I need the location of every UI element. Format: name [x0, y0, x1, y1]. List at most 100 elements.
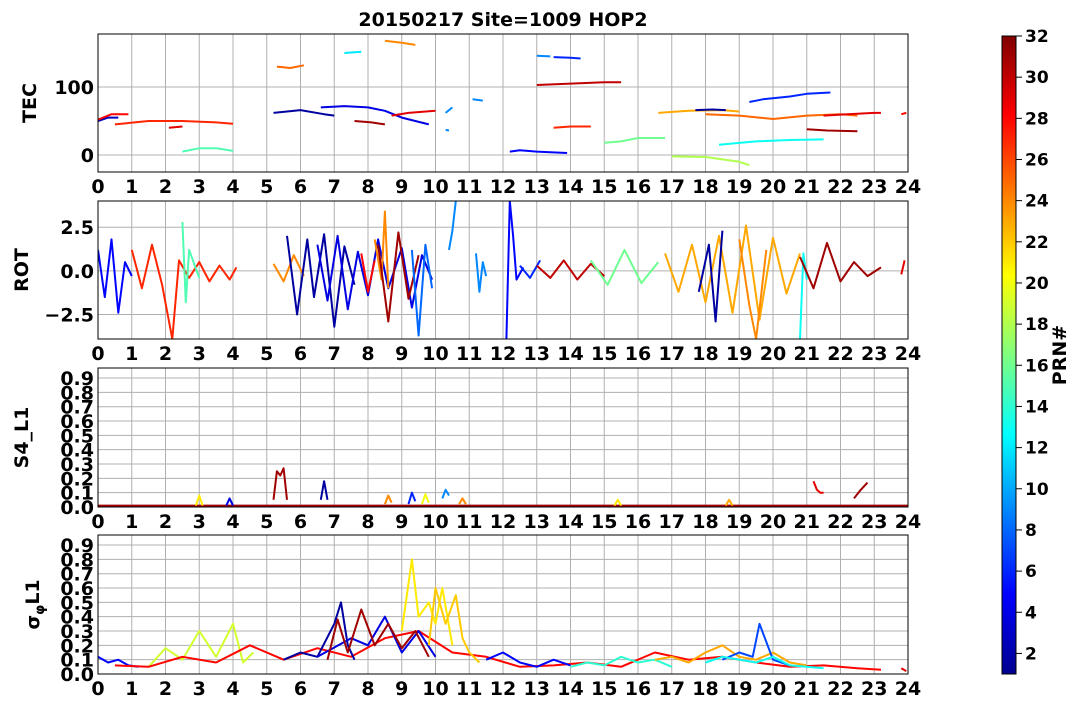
- x-tick-label: 24: [895, 678, 921, 700]
- colorbar-tick-label: 16: [1025, 356, 1049, 376]
- series-prn-9: [445, 128, 450, 132]
- series-prn-30: [536, 81, 622, 86]
- x-tick-label: 12: [490, 176, 516, 198]
- x-tick-label: 10: [422, 176, 448, 198]
- colorbar-tick-label: 32: [1025, 27, 1049, 47]
- series-prn-6: [407, 491, 417, 505]
- x-tick-label: 4: [226, 176, 239, 198]
- x-tick-label: 21: [794, 678, 820, 700]
- x-tick-label: 5: [260, 343, 273, 365]
- x-tick-label: 23: [861, 678, 887, 700]
- y-tick-label: 2.5: [60, 217, 94, 239]
- x-tick-label: 8: [361, 511, 374, 533]
- x-tick-label: 20: [760, 678, 786, 700]
- x-tick-label: 7: [328, 511, 341, 533]
- x-tick-label: 24: [895, 343, 921, 365]
- x-tick-label: 16: [625, 678, 651, 700]
- y-axis-label: S4_L1: [11, 407, 33, 469]
- colorbar-tick-label: 2: [1025, 644, 1037, 664]
- x-tick-label: 16: [625, 176, 651, 198]
- x-tick-label: 23: [861, 343, 887, 365]
- x-tick-label: 12: [490, 343, 516, 365]
- x-tick-label: 1: [125, 176, 138, 198]
- x-tick-label: 19: [726, 511, 752, 533]
- panel-tec: 0 1 2 3 4 5 6 7 8 9 10 11 12 13 14 15 16 17 18 19 20 21 22 23 24…: [19, 33, 921, 198]
- x-tick-label: 0: [91, 343, 104, 365]
- y-tick-label: 0: [81, 145, 94, 167]
- x-tick-label: 18: [692, 343, 718, 365]
- series-prn-27: [114, 120, 234, 126]
- series-prn-9: [448, 201, 457, 251]
- series-prn-15: [181, 221, 201, 304]
- figure-title: 20150217 Site=1009 HOP2: [358, 9, 647, 31]
- colorbar-tick-label: 6: [1025, 562, 1037, 582]
- x-tick-label: 19: [726, 678, 752, 700]
- x-tick-label: 14: [557, 511, 583, 533]
- x-tick-label: 24: [895, 511, 921, 533]
- x-tick-label: 16: [625, 343, 651, 365]
- series-prn-5: [509, 149, 568, 154]
- y-tick-label: 0.9: [60, 368, 94, 390]
- x-tick-label: 3: [193, 343, 206, 365]
- x-tick-label: 11: [456, 343, 482, 365]
- x-tick-label: 22: [827, 511, 853, 533]
- x-tick-label: 15: [591, 511, 617, 533]
- series-prn-2: [695, 108, 726, 112]
- x-tick-label: 18: [692, 678, 718, 700]
- series-prn-4: [320, 105, 430, 126]
- x-tick-label: 1: [125, 678, 138, 700]
- x-tick-label: 9: [395, 176, 408, 198]
- x-tick-label: 15: [591, 176, 617, 198]
- colorbar-tick-label: 30: [1025, 68, 1049, 88]
- series-prn-23: [664, 224, 801, 321]
- y-tick-label: 100: [54, 77, 94, 99]
- x-tick-label: 2: [159, 176, 172, 198]
- series-prn-31: [354, 120, 386, 126]
- series-prn-24: [458, 497, 467, 505]
- x-tick-label: 17: [659, 176, 685, 198]
- x-tick-label: 23: [861, 511, 887, 533]
- x-tick-label: 0: [91, 176, 104, 198]
- x-tick-label: 21: [794, 343, 820, 365]
- series-prn-31: [806, 128, 858, 133]
- series-prn-18: [671, 155, 750, 167]
- series-prn-5: [505, 201, 525, 339]
- colorbar-tick-label: 28: [1025, 109, 1049, 129]
- x-tick-label: 13: [524, 511, 550, 533]
- colorbar-tick-label: 4: [1025, 603, 1037, 623]
- x-tick-label: 11: [456, 176, 482, 198]
- x-tick-label: 4: [226, 511, 239, 533]
- colorbar-tick-label: 20: [1025, 274, 1049, 294]
- series-prn-22: [427, 587, 481, 664]
- series-prn-29: [900, 667, 907, 672]
- x-tick-label: 11: [456, 511, 482, 533]
- x-tick-label: 23: [861, 176, 887, 198]
- colorbar-tick-label: 22: [1025, 233, 1049, 253]
- x-tick-label: 5: [260, 511, 273, 533]
- x-tick-label: 3: [193, 176, 206, 198]
- series-prn-24: [384, 39, 416, 46]
- x-tick-label: 22: [827, 343, 853, 365]
- x-tick-label: 10: [422, 678, 448, 700]
- series-prn-6: [749, 91, 831, 103]
- x-tick-label: 20: [760, 176, 786, 198]
- y-axis-label: σφL1: [22, 579, 48, 629]
- colorbar-tick-label: 18: [1025, 315, 1049, 335]
- colorbar-tick-label: 12: [1025, 439, 1049, 459]
- x-tick-label: 22: [827, 678, 853, 700]
- series-prn-29: [812, 480, 824, 494]
- x-tick-label: 19: [726, 176, 752, 198]
- series-prn-31: [853, 481, 869, 500]
- x-tick-label: 12: [490, 678, 516, 700]
- colorbar-tick-label: 10: [1025, 480, 1049, 500]
- x-tick-label: 19: [726, 343, 752, 365]
- series-prn-9: [475, 253, 488, 293]
- series-prn-4: [225, 497, 234, 507]
- colorbar-tick-label: 26: [1025, 150, 1049, 170]
- figure: 20150217 Site=1009 HOP2 0 1 2 3 4 5 6 7 8 9 10 11 12…: [11, 9, 1071, 700]
- colorbar-tick-label: 14: [1025, 397, 1049, 417]
- x-tick-label: 17: [659, 343, 685, 365]
- x-tick-label: 14: [557, 176, 583, 198]
- x-tick-label: 18: [692, 511, 718, 533]
- x-tick-label: 3: [193, 511, 206, 533]
